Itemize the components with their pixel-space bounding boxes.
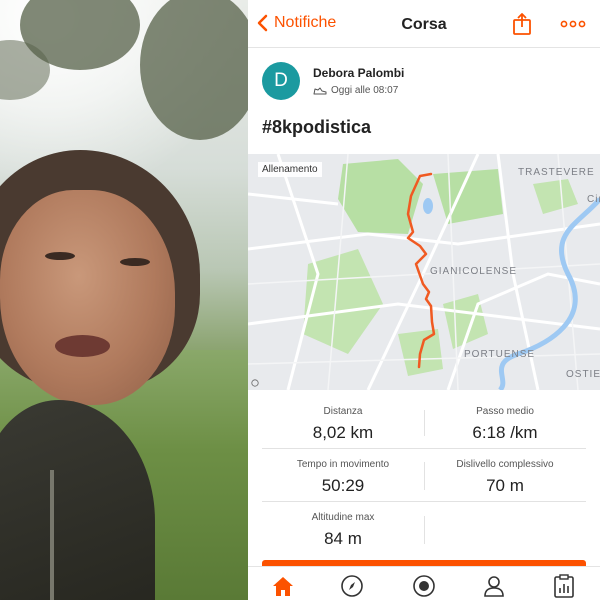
more-options-icon[interactable]	[560, 20, 586, 28]
home-icon	[273, 577, 293, 596]
tab-profile[interactable]	[480, 573, 508, 599]
stat-label: Altitudine max	[311, 512, 375, 523]
tab-explore[interactable]	[338, 573, 366, 599]
share-icon[interactable]	[512, 12, 532, 36]
explore-icon	[341, 575, 363, 597]
route-map[interactable]: Allenamento TRASTEVERE Cir GIANICOLENSE …	[248, 154, 600, 390]
stat-value: 70 m	[486, 476, 524, 495]
mouth	[55, 335, 110, 357]
stat-label: Dislivello complessivo	[456, 459, 554, 470]
record-icon	[413, 575, 435, 597]
eye	[45, 252, 75, 260]
athlete-header[interactable]: D Debora Palombi Oggi alle 08:07	[262, 62, 404, 100]
stat-elevation: Dislivello complessivo 70 m	[424, 459, 586, 496]
map-label: PORTUENSE	[464, 349, 536, 360]
tab-home[interactable]	[269, 573, 297, 599]
pond	[423, 198, 433, 214]
tab-record[interactable]	[410, 573, 438, 599]
selfie-photo	[0, 0, 248, 600]
athlete-name[interactable]: Debora Palombi	[313, 66, 404, 80]
stat-pace: Passo medio 6:18 /km	[424, 406, 586, 443]
profile-icon	[484, 576, 504, 597]
stat-moving-time: Tempo in movimento 50:29	[262, 459, 424, 496]
face	[0, 190, 175, 405]
map-graphic	[248, 154, 600, 390]
map-label: Cir	[587, 194, 600, 205]
info-icon[interactable]	[251, 379, 259, 387]
stat-max-altitude: Altitudine max 84 m	[262, 512, 424, 549]
stat-label: Tempo in movimento	[296, 459, 390, 470]
divider	[262, 448, 586, 449]
training-log-icon	[554, 574, 574, 598]
activity-title: #8kpodistica	[262, 117, 372, 137]
page-title: Corsa	[401, 16, 447, 33]
map-label: OSTIE	[566, 369, 600, 380]
divider	[424, 410, 425, 436]
stat-value: 50:29	[321, 476, 365, 495]
activity-timestamp: Oggi alle 08:07	[331, 85, 399, 96]
divider	[424, 462, 425, 490]
map-label: GIANICOLENSE	[430, 266, 518, 277]
stat-label: Distanza	[323, 406, 363, 417]
divider	[262, 501, 586, 502]
stat-value: 6:18 /km	[472, 423, 538, 442]
tab-bar	[248, 566, 600, 600]
activity-screen: Notifiche Corsa D Debora Palombi Oggi al…	[248, 0, 600, 600]
eye	[120, 258, 150, 266]
map-tag: Allenamento	[258, 162, 322, 177]
tab-training-log[interactable]	[550, 573, 578, 599]
river	[497, 197, 600, 390]
navigation-bar: Notifiche Corsa	[248, 0, 600, 48]
divider	[424, 516, 425, 544]
stat-value: 8,02 km	[312, 423, 374, 442]
stat-value: 84 m	[324, 529, 362, 548]
park-area	[533, 179, 578, 214]
running-shoe-icon	[313, 87, 327, 94]
map-label: TRASTEVERE	[518, 167, 595, 178]
stat-label: Passo medio	[476, 406, 534, 417]
stat-distance: Distanza 8,02 km	[262, 406, 424, 443]
avatar[interactable]: D	[262, 62, 300, 100]
jacket-zipper	[50, 470, 54, 600]
